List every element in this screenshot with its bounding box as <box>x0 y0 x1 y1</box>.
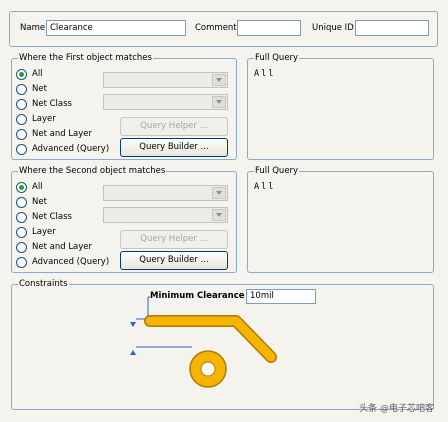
radio-label: Advanced (Query) <box>32 144 110 154</box>
radio-button[interactable] <box>16 143 27 155</box>
second-net-class-combo[interactable] <box>103 207 228 223</box>
radio-button[interactable] <box>16 181 27 193</box>
unique-id-label: Unique ID <box>312 23 354 33</box>
second-radio-advanced-query[interactable]: Advanced (Query) <box>16 255 109 269</box>
first-full-query-legend: Full Query <box>254 53 300 64</box>
copper-pad <box>189 350 227 388</box>
radio-button[interactable] <box>16 128 27 140</box>
radio-label: Net and Layer <box>32 242 93 252</box>
name-label: Name <box>20 23 46 33</box>
radio-button[interactable] <box>16 196 27 208</box>
chevron-down-icon[interactable] <box>212 209 226 221</box>
first-radio-net-class[interactable]: Net Class <box>16 97 72 111</box>
second-radio-net-class[interactable]: Net Class <box>16 210 72 224</box>
first-object-panel: Where the First object matches All Net N… <box>11 53 237 160</box>
first-full-query-text: All <box>254 69 276 79</box>
radio-label: Net <box>32 84 47 94</box>
first-object-legend: Where the First object matches <box>18 53 153 64</box>
first-radio-net-and-layer[interactable]: Net and Layer <box>16 127 92 141</box>
radio-button[interactable] <box>16 98 27 110</box>
arrow-down-icon <box>130 322 136 327</box>
clearance-diagram <box>130 296 277 388</box>
comment-input[interactable] <box>237 20 301 36</box>
radio-button[interactable] <box>16 113 27 125</box>
radio-label: Advanced (Query) <box>32 257 110 267</box>
second-radio-net-and-layer[interactable]: Net and Layer <box>16 240 92 254</box>
radio-label: Net Class <box>32 99 72 109</box>
radio-button[interactable] <box>16 211 27 223</box>
chevron-down-icon[interactable] <box>212 96 226 108</box>
radio-label: All <box>32 69 43 79</box>
min-clearance-input[interactable]: 10mil <box>246 289 316 304</box>
radio-label: Net <box>32 197 47 207</box>
radio-button[interactable] <box>16 256 27 268</box>
second-full-query-panel: Full Query All <box>247 166 434 273</box>
first-radio-all[interactable]: All <box>16 67 43 81</box>
second-object-panel: Where the Second object matches All Net … <box>11 166 237 273</box>
header-panel: Name Clearance Comment Unique ID <box>9 11 438 47</box>
name-input[interactable]: Clearance <box>46 20 186 36</box>
second-net-combo[interactable] <box>103 185 228 201</box>
first-query-builder-button[interactable]: Query Builder ... <box>120 138 228 157</box>
second-object-legend: Where the Second object matches <box>18 166 167 177</box>
chevron-down-icon[interactable] <box>212 74 226 86</box>
second-radio-net[interactable]: Net <box>16 195 47 209</box>
comment-label: Comment <box>195 23 237 33</box>
unique-id-input[interactable] <box>355 20 429 36</box>
first-net-class-combo[interactable] <box>103 94 228 110</box>
second-full-query-text: All <box>254 182 276 192</box>
first-net-combo[interactable] <box>103 72 228 88</box>
second-full-query-legend: Full Query <box>254 166 300 177</box>
second-query-helper-button[interactable]: Query Helper ... <box>120 230 228 249</box>
radio-button[interactable] <box>16 241 27 253</box>
radio-label: Layer <box>32 227 56 237</box>
first-full-query-panel: Full Query All <box>247 53 434 160</box>
first-radio-net[interactable]: Net <box>16 82 47 96</box>
first-query-helper-button[interactable]: Query Helper ... <box>120 117 228 136</box>
radio-label: Layer <box>32 114 56 124</box>
constraints-panel: Constraints Minimum Clearance 10mil <box>11 279 434 410</box>
radio-button[interactable] <box>16 83 27 95</box>
watermark-text: 头条 @电子芯吧客 <box>359 404 434 414</box>
radio-label: All <box>32 182 43 192</box>
min-clearance-label: Minimum Clearance <box>150 290 247 302</box>
radio-button[interactable] <box>16 68 27 80</box>
first-radio-advanced-query[interactable]: Advanced (Query) <box>16 142 109 156</box>
first-radio-layer[interactable]: Layer <box>16 112 56 126</box>
radio-label: Net Class <box>32 212 72 222</box>
chevron-down-icon[interactable] <box>212 187 226 199</box>
second-radio-all[interactable]: All <box>16 180 43 194</box>
radio-button[interactable] <box>16 226 27 238</box>
radio-label: Net and Layer <box>32 129 93 139</box>
second-radio-layer[interactable]: Layer <box>16 225 56 239</box>
second-query-builder-button[interactable]: Query Builder ... <box>120 251 228 270</box>
arrow-up-icon <box>130 350 136 355</box>
